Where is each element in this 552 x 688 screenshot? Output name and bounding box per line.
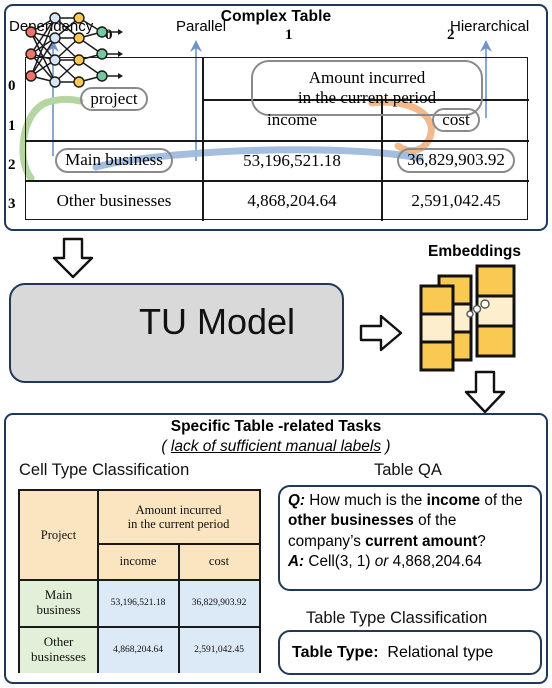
qa-q-part4: ? xyxy=(477,532,486,550)
tasks-subtitle-open: ( xyxy=(161,438,171,455)
mini-grid-vline-1 xyxy=(97,491,99,673)
mini-cell-main-income[interactable]: 53,196,521.18 xyxy=(98,580,178,626)
mini-cell-other-business[interactable]: Other businesses xyxy=(20,627,97,673)
qa-q-bold3: current amount xyxy=(365,532,478,550)
qa-a-part1: Cell(3, 1) xyxy=(304,553,375,571)
cell-income[interactable]: income xyxy=(203,100,381,140)
qa-a-part2: 4,868,204.64 xyxy=(388,553,482,571)
cell-cost-chip: cost xyxy=(432,107,480,133)
table-type-text: Table Type: Relational type xyxy=(280,644,493,662)
tasks-subtitle: ( lack of sufficient manual labels ) xyxy=(6,438,546,456)
tu-model-box[interactable]: TU Model xyxy=(9,283,344,383)
table-type-value: Relational type xyxy=(387,643,494,661)
cell-amount-line1: Amount incurred xyxy=(308,67,426,87)
mini-cell-amount-line1: Amount incurred xyxy=(135,502,222,517)
section-label-cell-type: Cell Type Classification xyxy=(19,461,190,479)
cell-main-income[interactable]: 53,196,521.18 xyxy=(203,141,381,180)
section-label-table-type: Table Type Classification xyxy=(306,609,488,627)
mini-cell-main-line1: Main xyxy=(44,587,73,603)
mini-grid-hline-1 xyxy=(98,543,259,545)
mini-cell-amount-line2: in the current period xyxy=(127,517,230,531)
mini-grid-hline-3 xyxy=(20,626,259,628)
table-type-key: Table Type: xyxy=(292,643,379,661)
qa-q-part2: of the xyxy=(480,492,523,509)
right-arrow-model-to-embeddings-icon xyxy=(359,314,403,352)
cell-cost[interactable]: cost xyxy=(383,100,529,140)
cell-main-business[interactable]: Main business xyxy=(26,141,202,180)
mini-cell-other-line1: Other xyxy=(43,634,74,650)
cell-main-cost[interactable]: 36,829,903.92 xyxy=(383,141,529,180)
mini-cell-other-income[interactable]: 4,868,204.64 xyxy=(98,627,178,673)
qa-q-bold2: other businesses xyxy=(288,512,414,530)
qa-a-prefix: A: xyxy=(288,553,305,571)
mini-grid-vline-2 xyxy=(178,543,180,673)
cell-other-income[interactable]: 4,868,204.64 xyxy=(203,181,381,221)
neural-network-icon xyxy=(25,12,123,88)
embeddings-stack-icon xyxy=(419,264,516,372)
mini-cell-other-line2: businesses xyxy=(31,649,86,664)
tasks-title: Specific Table -related Tasks xyxy=(170,418,382,435)
cell-other-business[interactable]: Other businesses xyxy=(26,181,202,221)
table-qa-box[interactable]: Q: How much is the income of the other b… xyxy=(278,485,542,591)
embeddings-label: Embeddings xyxy=(428,243,522,260)
cell-type-table: Project Amount incurred in the current p… xyxy=(18,489,261,673)
qa-a-italic: or xyxy=(374,553,389,571)
mini-cell-project[interactable]: Project xyxy=(20,491,97,579)
cell-amount-incurred[interactable]: Amount incurred in the current period xyxy=(203,58,529,116)
cell-other-cost[interactable]: 2,591,042.45 xyxy=(383,181,529,221)
down-arrow-table-to-model-icon xyxy=(52,237,94,279)
section-label-table-qa: Table QA xyxy=(374,461,442,479)
mini-cell-income[interactable]: income xyxy=(98,544,178,579)
mini-cell-main-business[interactable]: Main business xyxy=(20,580,97,626)
mini-cell-other-cost[interactable]: 2,591,042.45 xyxy=(179,627,259,673)
cell-main-business-chip: Main business xyxy=(55,148,173,173)
tasks-subtitle-close: ) xyxy=(381,438,391,455)
mini-cell-cost[interactable]: cost xyxy=(179,544,259,579)
qa-q-bold1: income xyxy=(426,492,481,509)
mini-cell-main-line2: business xyxy=(36,602,81,617)
cell-main-cost-chip: 36,829,903.92 xyxy=(397,148,515,173)
table-type-box[interactable]: Table Type: Relational type xyxy=(278,630,542,675)
tu-model-label: TU Model xyxy=(139,301,296,342)
mini-cell-main-cost[interactable]: 36,829,903.92 xyxy=(179,580,259,626)
qa-q-prefix: Q: xyxy=(288,492,305,509)
mini-cell-amount[interactable]: Amount incurred in the current period xyxy=(98,491,259,543)
table-qa-text: Q: How much is the income of the other b… xyxy=(288,491,533,572)
tasks-panel: Specific Table -related Tasks ( lack of … xyxy=(4,413,548,684)
qa-q-part1: How much is the xyxy=(305,492,427,509)
tasks-subtitle-underlined: lack of sufficient manual labels xyxy=(170,438,382,455)
mini-grid-hline-2 xyxy=(20,579,259,581)
